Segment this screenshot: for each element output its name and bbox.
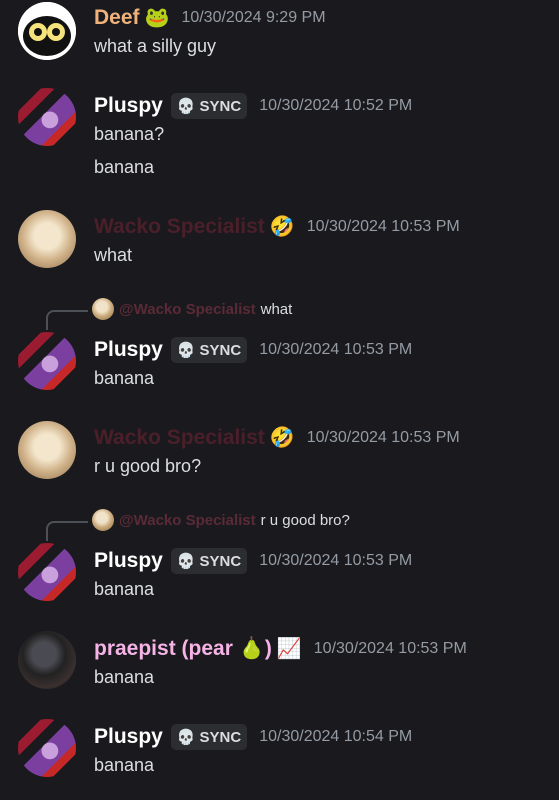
message-text: banana bbox=[94, 667, 155, 687]
avatar-pluspy[interactable] bbox=[18, 543, 76, 601]
reply-spine bbox=[46, 310, 88, 330]
frog-emoji-icon: 🐸 bbox=[144, 7, 170, 29]
author-name[interactable]: Wacko Specialist bbox=[94, 215, 265, 239]
message-text: what bbox=[94, 245, 133, 265]
reply-text: r u good bro? bbox=[260, 511, 350, 529]
clan-tag[interactable]: 💀 SYNC bbox=[170, 724, 248, 750]
avatar-praepist[interactable] bbox=[18, 631, 76, 689]
avatar-wacko[interactable] bbox=[18, 421, 76, 479]
timestamp: 10/30/2024 10:52 PM bbox=[259, 97, 413, 114]
reply-preview[interactable]: @Wacko Specialist r u good bro? bbox=[92, 509, 350, 531]
skull-icon: 💀 bbox=[176, 98, 196, 115]
timestamp: 10/30/2024 10:53 PM bbox=[259, 552, 413, 569]
reply-avatar bbox=[92, 298, 114, 320]
avatar-pluspy[interactable] bbox=[18, 719, 76, 777]
author-name[interactable]: Wacko Specialist bbox=[94, 426, 265, 450]
message-text: banana bbox=[94, 157, 155, 177]
message-text: banana? bbox=[94, 124, 165, 144]
timestamp: 10/30/2024 10:53 PM bbox=[313, 639, 467, 657]
clan-tag[interactable]: 💀 SYNC bbox=[170, 93, 248, 119]
author-name[interactable]: Pluspy bbox=[94, 338, 163, 362]
author-name[interactable]: Deef bbox=[94, 6, 140, 30]
reply-text: what bbox=[260, 300, 293, 318]
reply-spine bbox=[46, 521, 88, 541]
skull-icon: 💀 bbox=[176, 553, 196, 570]
clan-tag[interactable]: 💀 SYNC bbox=[170, 548, 248, 574]
message-text: r u good bro? bbox=[94, 456, 202, 476]
clan-tag[interactable]: 💀 SYNC bbox=[170, 337, 248, 363]
author-name[interactable]: Pluspy bbox=[94, 725, 163, 749]
timestamp: 10/30/2024 10:53 PM bbox=[306, 217, 460, 235]
reply-author[interactable]: @Wacko Specialist bbox=[119, 301, 256, 318]
timestamp: 10/30/2024 10:53 PM bbox=[306, 428, 460, 446]
author-name[interactable]: praepist (pear 🍐) bbox=[94, 637, 272, 661]
chart-increasing-emoji-icon: 📈 bbox=[276, 638, 302, 660]
clan-tag-label: SYNC bbox=[199, 552, 242, 570]
timestamp: 10/30/2024 10:53 PM bbox=[259, 341, 413, 358]
reply-preview[interactable]: @Wacko Specialist what bbox=[92, 298, 292, 320]
rofl-emoji-icon: 🤣 bbox=[269, 216, 295, 238]
avatar-pluspy[interactable] bbox=[18, 88, 76, 146]
skull-icon: 💀 bbox=[176, 342, 196, 359]
avatar-deef[interactable] bbox=[18, 2, 76, 60]
avatar-wacko[interactable] bbox=[18, 210, 76, 268]
author-name[interactable]: Pluspy bbox=[94, 94, 163, 118]
timestamp: 10/30/2024 9:29 PM bbox=[181, 8, 326, 26]
reply-author[interactable]: @Wacko Specialist bbox=[119, 512, 256, 529]
rofl-emoji-icon: 🤣 bbox=[269, 427, 295, 449]
clan-tag-label: SYNC bbox=[199, 341, 242, 359]
clan-tag-label: SYNC bbox=[199, 728, 242, 746]
author-name[interactable]: Pluspy bbox=[94, 549, 163, 573]
reply-avatar bbox=[92, 509, 114, 531]
message-text: banana bbox=[94, 755, 155, 775]
skull-icon: 💀 bbox=[176, 729, 196, 746]
avatar-pluspy[interactable] bbox=[18, 332, 76, 390]
clan-tag-label: SYNC bbox=[199, 97, 242, 115]
owl-face-icon bbox=[18, 2, 76, 60]
message-text: banana bbox=[94, 579, 155, 599]
message-text: what a silly guy bbox=[94, 36, 217, 56]
message-text: banana bbox=[94, 368, 155, 388]
timestamp: 10/30/2024 10:54 PM bbox=[259, 728, 413, 745]
